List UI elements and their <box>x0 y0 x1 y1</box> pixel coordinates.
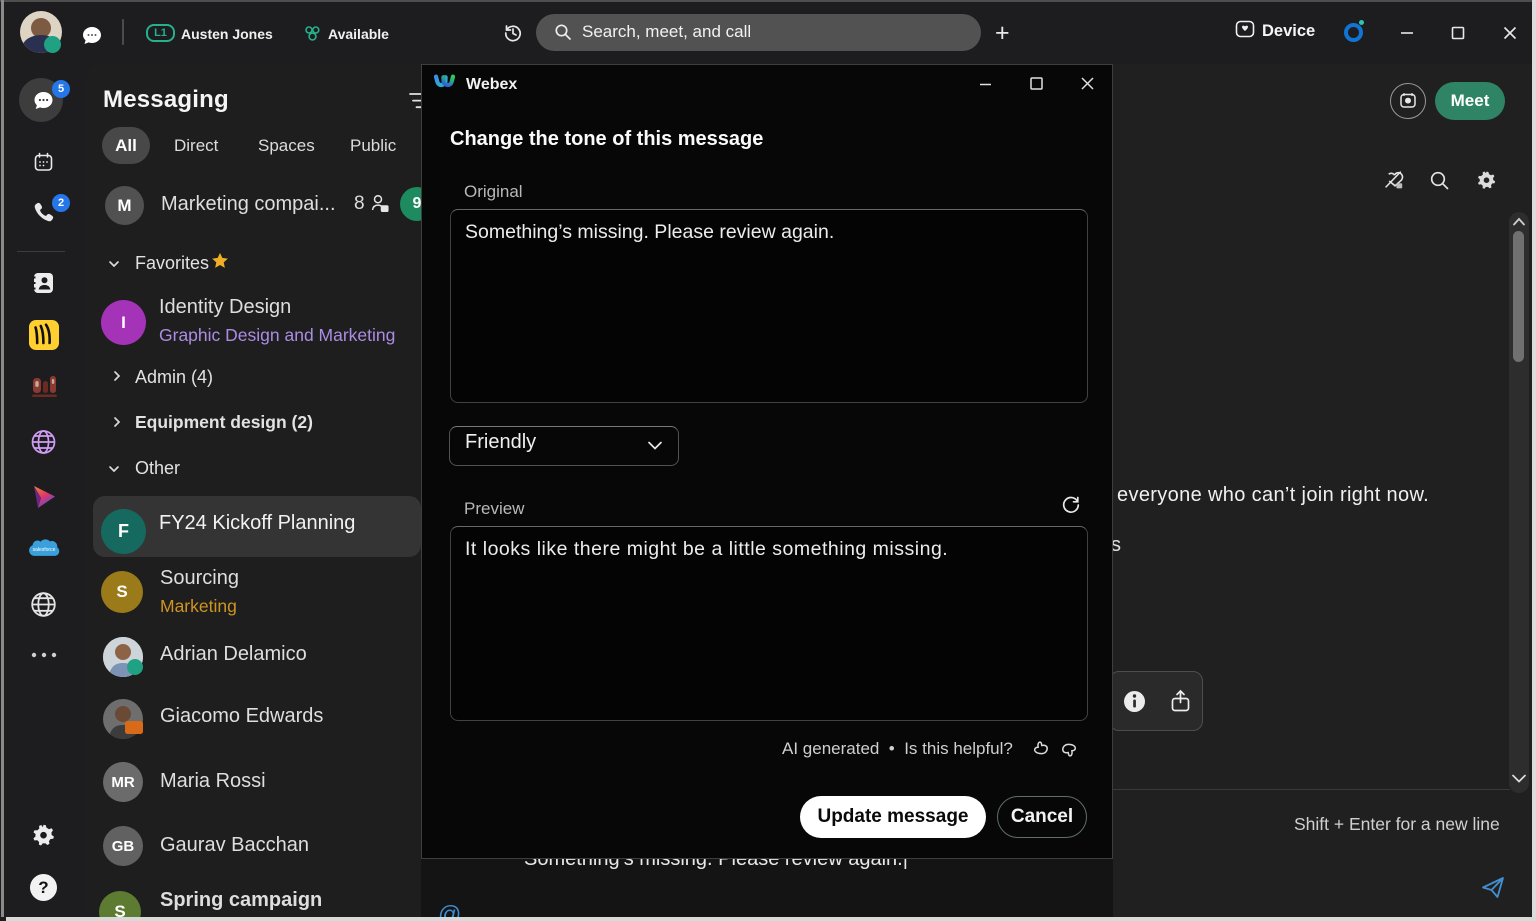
svg-text:salesforce: salesforce <box>32 547 55 553</box>
